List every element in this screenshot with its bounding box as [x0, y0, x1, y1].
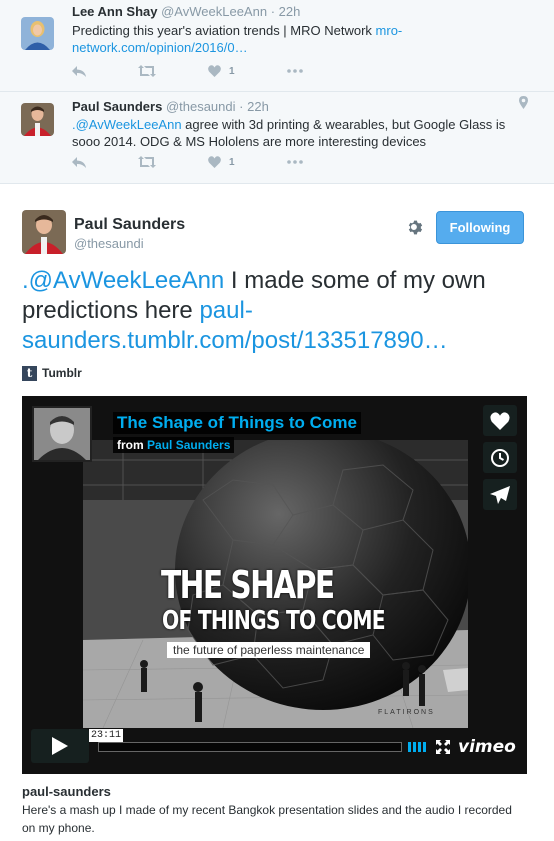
- retweet-icon: [138, 65, 156, 77]
- tweet-text: .@AvWeekLeeAnn I made some of my own pre…: [22, 266, 532, 356]
- tweet-actions: 1: [72, 154, 355, 170]
- like-count: 1: [229, 65, 235, 77]
- heart-icon: [490, 411, 510, 430]
- more-icon: [286, 160, 303, 164]
- retweet-button[interactable]: [138, 154, 156, 170]
- share-button[interactable]: [483, 479, 517, 510]
- avatar[interactable]: [21, 103, 54, 136]
- following-button[interactable]: Following: [436, 211, 524, 244]
- fullscreen-icon[interactable]: [436, 740, 450, 754]
- slide-title-line1: THE SHAPE: [161, 563, 335, 607]
- mention-link[interactable]: .@AvWeekLeeAnn: [72, 117, 182, 132]
- gear-icon[interactable]: [407, 219, 424, 236]
- tweet-lee-ann-shay[interactable]: Lee Ann Shay @AvWeekLeeAnn · 22h Predict…: [0, 0, 554, 92]
- video-frame[interactable]: THE SHAPE OF THINGS TO COME the future o…: [83, 440, 468, 728]
- author-name[interactable]: Lee Ann Shay: [72, 4, 157, 19]
- timestamp[interactable]: 22h: [279, 4, 301, 19]
- watch-later-button[interactable]: [483, 442, 517, 473]
- card-source[interactable]: t Tumblr: [22, 365, 82, 381]
- slide-title-line2: OF THINGS TO COME: [162, 606, 386, 636]
- heart-icon: [208, 156, 221, 168]
- tweet-body: Predicting this year's aviation trends |…: [72, 23, 376, 38]
- tweet-actions: 1: [72, 63, 355, 79]
- like-video-button[interactable]: [483, 405, 517, 436]
- like-button[interactable]: 1: [208, 63, 235, 79]
- paper-plane-icon: [490, 485, 510, 504]
- author-name[interactable]: Paul Saunders: [74, 216, 185, 234]
- source-label: Tumblr: [42, 366, 82, 380]
- card-description: Here's a mash up I made of my recent Ban…: [22, 803, 512, 835]
- tweet-text: .@AvWeekLeeAnn agree with 3d printing & …: [72, 116, 532, 150]
- tweet-paul-saunders-reply[interactable]: Paul Saunders @thesaundi · 22h .@AvWeekL…: [0, 92, 554, 184]
- slide-brand: FLATIRONS: [378, 709, 435, 716]
- reply-button[interactable]: [72, 63, 86, 79]
- reply-button[interactable]: [72, 154, 86, 170]
- timestamp[interactable]: 22h: [247, 99, 269, 114]
- video-player[interactable]: THE SHAPE OF THINGS TO COME the future o…: [22, 396, 527, 774]
- play-icon: [52, 737, 68, 755]
- more-icon: [286, 69, 303, 73]
- avatar[interactable]: [21, 17, 54, 50]
- player-controls: 23:11 vimeo: [22, 729, 527, 774]
- reply-icon: [72, 65, 86, 77]
- author-handle[interactable]: @thesaundi: [74, 236, 144, 251]
- reply-icon: [72, 156, 86, 168]
- separator-dot: ·: [239, 99, 244, 114]
- slide-subtitle: the future of paperless maintenance: [167, 642, 371, 658]
- tweet-header: Lee Ann Shay @AvWeekLeeAnn · 22h: [72, 4, 300, 19]
- more-button[interactable]: [286, 63, 303, 79]
- separator-dot: ·: [270, 4, 276, 19]
- card-title[interactable]: paul-saunders: [22, 784, 111, 799]
- video-byline: from Paul Saunders: [113, 437, 235, 453]
- tumblr-icon: t: [22, 365, 37, 381]
- location-pin-icon[interactable]: [519, 96, 528, 109]
- video-author-link[interactable]: Paul Saunders: [147, 438, 230, 452]
- like-count: 1: [229, 156, 235, 168]
- author-handle[interactable]: @AvWeekLeeAnn: [161, 4, 267, 19]
- clock-icon: [491, 448, 509, 467]
- control-icons: vimeo: [408, 737, 516, 757]
- main-tweet: Paul Saunders @thesaundi Following .@AvW…: [0, 184, 554, 841]
- tweet-header: Paul Saunders @thesaundi · 22h: [72, 99, 269, 114]
- video-duration: 23:11: [89, 729, 124, 742]
- mention-link[interactable]: .@AvWeekLeeAnn: [22, 267, 224, 294]
- like-button[interactable]: 1: [208, 154, 235, 170]
- more-button[interactable]: [286, 154, 303, 170]
- retweet-button[interactable]: [138, 63, 156, 79]
- retweet-icon: [138, 156, 156, 168]
- avatar[interactable]: [22, 210, 66, 254]
- author-handle[interactable]: @thesaundi: [166, 99, 236, 114]
- video-title[interactable]: The Shape of Things to Come: [113, 412, 361, 434]
- heart-icon: [208, 65, 221, 77]
- volume-icon[interactable]: [408, 741, 430, 753]
- channel-thumbnail[interactable]: [32, 406, 92, 462]
- vimeo-logo[interactable]: vimeo: [458, 737, 516, 757]
- tweet-text: Predicting this year's aviation trends |…: [72, 22, 532, 56]
- play-button[interactable]: [31, 729, 89, 763]
- author-name[interactable]: Paul Saunders: [72, 99, 162, 114]
- from-label: from: [117, 438, 144, 452]
- progress-bar[interactable]: [98, 742, 402, 752]
